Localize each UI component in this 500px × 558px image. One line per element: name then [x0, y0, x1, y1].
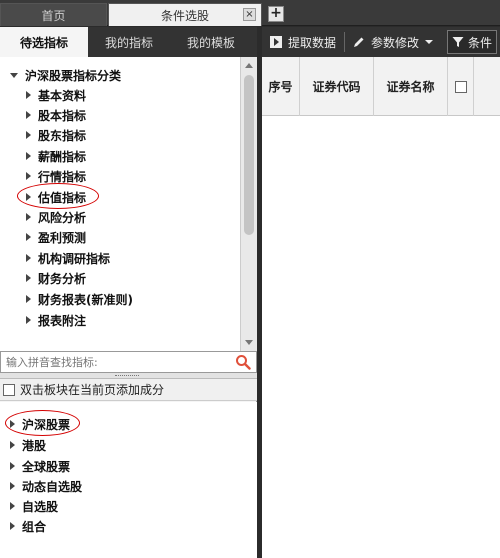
modify-params-button[interactable]: 参数修改 — [345, 27, 441, 57]
pencil-icon — [354, 37, 364, 47]
tree-item[interactable]: 机构调研指标 — [0, 248, 240, 268]
collapsed-arrow-icon[interactable] — [26, 111, 31, 119]
tab-stock-screener[interactable]: 条件选股 × — [108, 3, 262, 26]
block-option-row[interactable]: 双击板块在当前页添加成分 — [0, 379, 257, 401]
right-toolbar: 提取数据 参数修改 条件 — [262, 27, 500, 57]
left-panel: 待选指标 我的指标 我的模板 沪深股票指标分类 基本资料 股本指标 股东指标 薪… — [0, 27, 257, 558]
collapsed-arrow-icon[interactable] — [26, 172, 31, 180]
tree-item[interactable]: 自选股 — [0, 496, 257, 516]
tree-item-label: 动态自选股 — [22, 479, 83, 494]
indicator-search-input[interactable] — [1, 353, 226, 371]
block-option-label: 双击板块在当前页添加成分 — [20, 383, 165, 397]
indicator-tabs: 待选指标 我的指标 我的模板 — [0, 27, 257, 57]
tree-item[interactable]: 基本资料 — [0, 85, 240, 105]
filter-label: 条件 — [468, 35, 493, 50]
tree-item-label: 港股 — [22, 438, 47, 453]
tree-item-label: 风险分析 — [38, 210, 87, 225]
tree-item-label: 股本指标 — [38, 108, 87, 123]
tree-item-label: 薪酬指标 — [38, 149, 87, 164]
tree-scrollbar[interactable] — [240, 57, 257, 351]
select-all-checkbox[interactable] — [454, 80, 467, 93]
tree-root-label: 沪深股票指标分类 — [25, 68, 122, 83]
tree-item-label: 财务报表(新准则) — [38, 292, 133, 307]
expanded-arrow-icon[interactable] — [10, 72, 18, 78]
tree-item[interactable]: 报表附注 — [0, 310, 240, 330]
extract-data-label: 提取数据 — [288, 35, 337, 50]
search-icon[interactable] — [235, 354, 251, 370]
scroll-thumb[interactable] — [244, 75, 254, 235]
chevron-down-icon[interactable] — [425, 40, 434, 44]
results-grid: 序号 证券代码 证券名称 — [262, 57, 500, 558]
modify-params-label: 参数修改 — [371, 35, 420, 50]
tree-item-label: 机构调研指标 — [38, 251, 111, 266]
collapsed-arrow-icon[interactable] — [26, 91, 31, 99]
highlight-circle — [5, 410, 80, 436]
indicator-tree: 沪深股票指标分类 基本资料 股本指标 股东指标 薪酬指标 行情指标 估值指标 风… — [0, 57, 240, 351]
tree-item-label: 报表附注 — [38, 313, 87, 328]
tree-item[interactable]: 风险分析 — [0, 207, 240, 227]
grip-icon — [115, 375, 139, 377]
tree-item[interactable]: 股本指标 — [0, 105, 240, 125]
tree-item[interactable]: 盈利预测 — [0, 227, 240, 247]
filter-button[interactable]: 条件 — [447, 30, 498, 54]
tab-home[interactable]: 首页 — [0, 3, 107, 26]
tree-item-label: 行情指标 — [38, 169, 87, 184]
column-header-code[interactable]: 证券代码 — [300, 57, 374, 116]
tree-item[interactable]: 股东指标 — [0, 125, 240, 145]
stock-block-tree: 沪深股票 港股 全球股票 动态自选股 自选股 组合 — [0, 402, 257, 558]
tree-item-label: 全球股票 — [22, 459, 71, 474]
collapsed-arrow-icon[interactable] — [26, 274, 31, 282]
tree-item-label: 盈利预测 — [38, 230, 87, 245]
collapsed-arrow-icon[interactable] — [26, 233, 31, 241]
tab-strip: 首页 条件选股 × + — [0, 0, 500, 26]
indicator-search-box — [0, 351, 257, 373]
tab-stock-screener-label: 条件选股 — [160, 8, 209, 23]
tree-item-label: 基本资料 — [38, 88, 87, 103]
collapsed-arrow-icon[interactable] — [26, 152, 31, 160]
scroll-down-icon[interactable] — [245, 340, 253, 345]
tab-candidate-indicators[interactable]: 待选指标 — [0, 27, 88, 57]
tab-my-templates[interactable]: 我的模板 — [170, 27, 252, 57]
close-icon[interactable]: × — [243, 8, 256, 21]
scroll-up-icon[interactable] — [245, 63, 253, 68]
collapsed-arrow-icon[interactable] — [26, 131, 31, 139]
extract-data-button[interactable]: 提取数据 — [262, 27, 344, 57]
collapsed-arrow-icon[interactable] — [26, 213, 31, 221]
highlight-circle — [17, 183, 99, 209]
filter-icon — [452, 37, 464, 47]
tree-item[interactable]: 财务报表(新准则) — [0, 289, 240, 309]
tree-item-label: 自选股 — [22, 499, 59, 514]
tab-my-indicators[interactable]: 我的指标 — [88, 27, 170, 57]
collapsed-arrow-icon[interactable] — [10, 502, 15, 510]
collapsed-arrow-icon[interactable] — [10, 462, 15, 470]
tree-root-hs-stock-indicators[interactable]: 沪深股票指标分类 — [0, 65, 240, 85]
grid-header: 序号 证券代码 证券名称 — [262, 57, 500, 116]
tree-item-label: 股东指标 — [38, 128, 87, 143]
tree-item[interactable]: 行情指标 — [0, 166, 240, 186]
collapsed-arrow-icon[interactable] — [26, 254, 31, 262]
collapsed-arrow-icon[interactable] — [10, 482, 15, 490]
column-header-index[interactable]: 序号 — [262, 57, 300, 116]
tree-item[interactable]: 全球股票 — [0, 456, 257, 476]
collapsed-arrow-icon[interactable] — [26, 295, 31, 303]
collapsed-arrow-icon[interactable] — [26, 316, 31, 324]
tree-item[interactable]: 薪酬指标 — [0, 146, 240, 166]
add-tab-icon[interactable]: + — [268, 6, 284, 22]
block-option-checkbox[interactable] — [3, 383, 15, 396]
tree-item[interactable]: 组合 — [0, 516, 257, 536]
tree-item-label: 组合 — [22, 519, 47, 534]
tree-item[interactable]: 港股 — [0, 435, 257, 455]
collapsed-arrow-icon[interactable] — [10, 522, 15, 530]
play-icon — [270, 36, 282, 48]
tab-home-label: 首页 — [41, 8, 66, 23]
tree-item[interactable]: 财务分析 — [0, 268, 240, 288]
column-header-name[interactable]: 证券名称 — [374, 57, 448, 116]
column-header-select[interactable] — [448, 57, 474, 116]
collapsed-arrow-icon[interactable] — [10, 441, 15, 449]
tree-item-label: 财务分析 — [38, 271, 87, 286]
tree-item[interactable]: 动态自选股 — [0, 476, 257, 496]
